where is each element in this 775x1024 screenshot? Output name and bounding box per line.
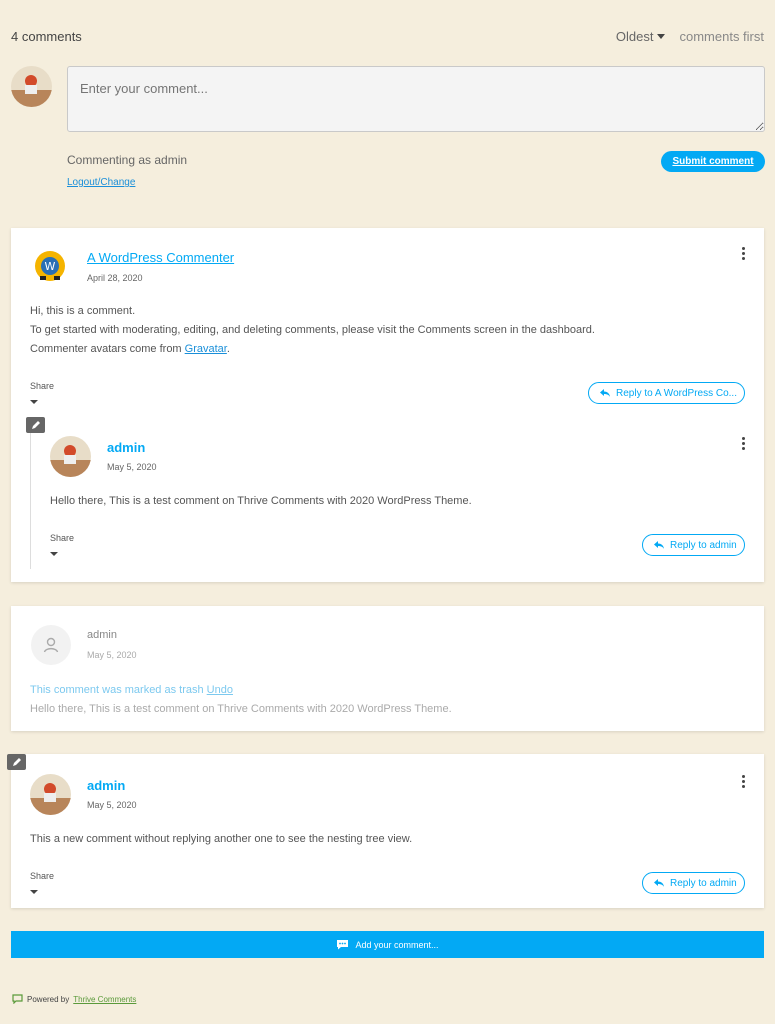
share-caret-icon[interactable]	[50, 552, 58, 556]
reply-arrow-icon	[600, 389, 610, 397]
kebab-menu-icon[interactable]	[740, 247, 746, 260]
comment-author: admin	[87, 629, 117, 641]
share-label: Share	[30, 871, 55, 881]
wordpress-avatar-icon: W	[32, 248, 68, 284]
kebab-menu-icon[interactable]	[740, 437, 746, 450]
reply-button[interactable]: Reply to admin	[642, 872, 745, 894]
current-user-avatar	[11, 66, 52, 107]
sort-control: Oldest comments first	[616, 29, 764, 44]
share-caret-icon[interactable]	[30, 890, 38, 894]
avatar	[30, 774, 71, 815]
trash-notice: This comment was marked as trash Undo	[30, 684, 233, 696]
thrive-comments-link[interactable]: Thrive Comments	[73, 995, 136, 1004]
svg-text:W: W	[45, 260, 56, 273]
share-caret-icon[interactable]	[30, 400, 38, 404]
comment-body: This a new comment without replying anot…	[30, 833, 413, 845]
sort-value: Oldest	[615, 29, 654, 44]
undo-link[interactable]: Undo	[207, 684, 233, 696]
reply-arrow-icon	[654, 879, 664, 887]
thrive-logo-icon	[12, 994, 23, 1004]
user-placeholder-icon	[31, 625, 71, 665]
sort-suffix: comments first	[679, 29, 764, 44]
comment-date: May 5, 2020	[87, 800, 137, 810]
share-label: Share	[30, 381, 55, 391]
comment-card: W A WordPress Commenter April 28, 2020 H…	[11, 228, 764, 582]
comment-date: April 28, 2020	[87, 273, 143, 283]
powered-by: Powered by Thrive Comments	[12, 994, 136, 1004]
comment-card: admin May 5, 2020 This a new comment wit…	[11, 754, 764, 908]
avatar	[50, 436, 91, 477]
trashed-comment-card: admin May 5, 2020 This comment was marke…	[11, 606, 764, 731]
caret-down-icon	[657, 34, 666, 39]
comment-author[interactable]: A WordPress Commenter	[87, 250, 234, 265]
add-comment-button[interactable]: Add your comment...	[11, 931, 764, 958]
share-label: Share	[50, 533, 75, 543]
submit-comment-button[interactable]: Submit comment	[661, 151, 765, 172]
sort-dropdown[interactable]: Oldest	[616, 29, 666, 44]
comment-date: May 5, 2020	[87, 650, 137, 660]
add-comment-label: Add your comment...	[355, 939, 439, 950]
logout-change-link[interactable]: Logout/Change	[67, 177, 135, 188]
comment-input[interactable]	[67, 66, 765, 132]
comment-author[interactable]: admin	[87, 778, 125, 793]
commenting-as-label: Commenting as admin	[67, 153, 188, 167]
pen-icon	[26, 417, 45, 433]
reply-button[interactable]: Reply to admin	[642, 534, 745, 556]
comment-author[interactable]: admin	[107, 440, 145, 455]
reply-button[interactable]: Reply to A WordPress Co...	[588, 382, 745, 404]
comment-body: Hello there, This is a test comment on T…	[50, 495, 472, 507]
comment-date: May 5, 2020	[107, 462, 157, 472]
gravatar-link[interactable]: Gravatar	[185, 343, 227, 355]
chat-bubble-icon	[337, 940, 349, 950]
kebab-menu-icon[interactable]	[740, 775, 746, 788]
comment-body: Hi, this is a comment. To get started wi…	[30, 305, 595, 355]
reply-arrow-icon	[654, 541, 664, 549]
comment-body: Hello there, This is a test comment on T…	[30, 703, 452, 715]
comments-count: 4 comments	[11, 29, 82, 44]
pen-icon	[7, 754, 26, 770]
thread-line	[30, 433, 31, 569]
